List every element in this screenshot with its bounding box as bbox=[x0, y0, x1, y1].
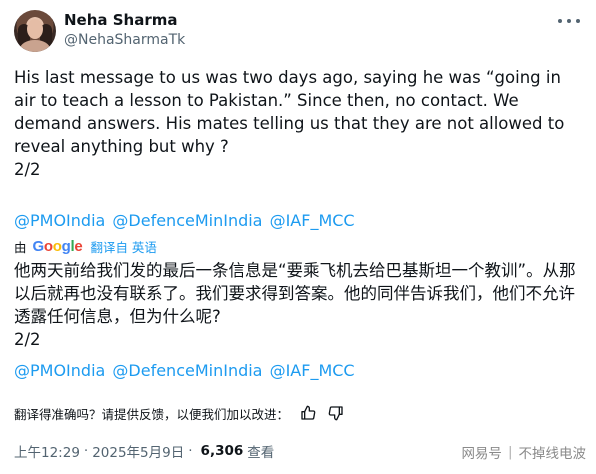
more-dot bbox=[576, 19, 580, 23]
avatar-face bbox=[27, 19, 43, 39]
tweet-text: His last message to us was two days ago,… bbox=[14, 68, 565, 179]
watermark-source: 网易号 bbox=[461, 446, 502, 462]
views-label: 查看 bbox=[247, 445, 275, 461]
avatar-shoulder bbox=[20, 40, 50, 52]
translated-from-link[interactable]: 翻译自 英语 bbox=[90, 237, 156, 256]
thumbs-up-icon[interactable] bbox=[299, 404, 317, 422]
mention-link[interactable]: @PMOIndia bbox=[14, 361, 105, 380]
more-dot bbox=[567, 19, 571, 23]
author-name[interactable]: Neha Sharma bbox=[64, 11, 178, 29]
more-dot bbox=[558, 19, 562, 23]
translation-attribution: 由 Google 翻译自 英语 bbox=[14, 236, 157, 256]
translated-text: 他两天前给我们发的最后一条信息是“要乘飞机去给巴基斯坦一个教训”。从那以后就再也… bbox=[14, 261, 576, 349]
watermark-separator: | bbox=[507, 444, 513, 460]
mention-link[interactable]: @IAF_MCC bbox=[270, 361, 355, 380]
translated-mentions: @PMOIndia @DefenceMinIndia @IAF_MCC bbox=[14, 361, 357, 380]
tweet-header: Neha Sharma @NehaSharmaTk bbox=[14, 10, 584, 54]
meta-separator: · bbox=[188, 443, 193, 459]
avatar[interactable] bbox=[14, 10, 56, 52]
watermark-account: 不掉线电波 bbox=[518, 446, 587, 462]
tweet-mentions: @PMOIndia @DefenceMinIndia @IAF_MCC bbox=[14, 211, 357, 230]
tweet-meta: 上午12:29 · 2025年5月9日 · 6,306 查看 bbox=[14, 441, 274, 461]
mention-link[interactable]: @PMOIndia bbox=[14, 211, 105, 230]
author-handle[interactable]: @NehaSharmaTk bbox=[64, 32, 185, 48]
view-count[interactable]: 6,306 bbox=[201, 443, 244, 459]
mention-link[interactable]: @DefenceMinIndia bbox=[112, 211, 262, 230]
translation-feedback: 翻译得准确吗？请提供反馈，以便我们加以改进： bbox=[14, 403, 345, 423]
thumbs-down-icon[interactable] bbox=[327, 404, 345, 422]
more-options-icon[interactable] bbox=[558, 14, 580, 28]
mention-link[interactable]: @IAF_MCC bbox=[270, 211, 355, 230]
translated-by-prefix: 由 bbox=[14, 239, 27, 255]
tweet-time[interactable]: 上午12:29 bbox=[14, 441, 80, 461]
watermark: 网易号 | 不掉线电波 bbox=[461, 442, 586, 462]
mention-link[interactable]: @DefenceMinIndia bbox=[112, 361, 262, 380]
tweet-date[interactable]: 2025年5月9日 bbox=[92, 441, 184, 461]
meta-separator: · bbox=[83, 443, 89, 459]
feedback-question: 翻译得准确吗？请提供反馈，以便我们加以改进： bbox=[14, 406, 290, 422]
google-logo: Google bbox=[32, 237, 83, 255]
